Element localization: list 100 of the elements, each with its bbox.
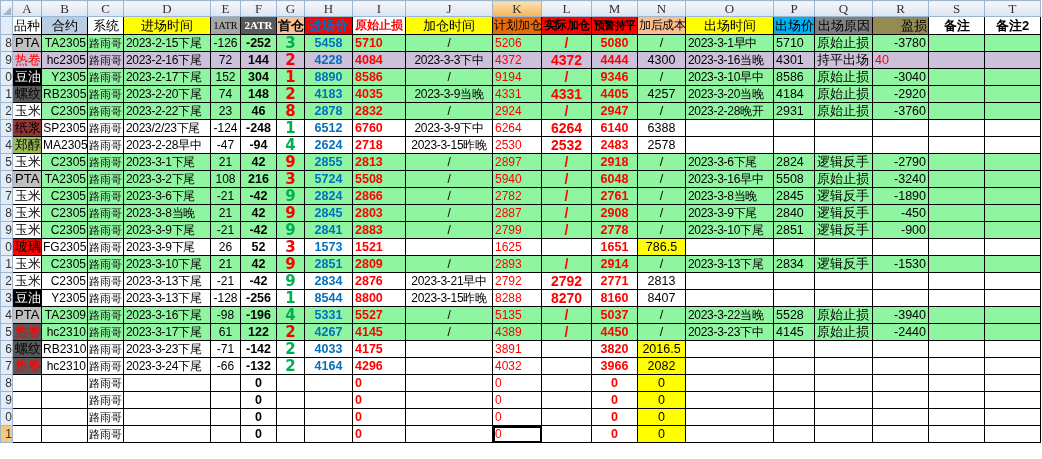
table-cell: 6264 [492,119,542,137]
table-cell [984,408,1041,426]
table-cell [814,289,873,307]
column-header[interactable]: H [304,0,353,17]
table-cell: 5135 [492,306,542,324]
table-cell: C2305 [41,102,88,120]
table-cell: 0 [492,374,542,392]
table-cell: 2883 [352,221,406,239]
table-cell: 2023-3-21早中 [405,272,493,290]
table-cell [984,221,1041,239]
table-cell [773,238,815,256]
column-header[interactable]: I [352,0,406,17]
column-header[interactable]: R [872,0,929,17]
table-cell: 持平出场 [814,51,873,69]
table-cell: 2023-3-9下尾 [685,204,774,222]
column-header[interactable]: P [773,0,815,17]
table-cell: -196 [240,306,277,324]
table-cell: -132 [240,357,277,375]
table-cell: 0 [352,425,406,443]
table-cell [928,34,985,52]
table-cell: 路雨哥 [87,323,124,341]
column-header[interactable]: C [87,0,124,17]
column-header[interactable]: M [591,0,638,17]
table-cell: 1573 [304,238,353,256]
table-cell: hc2305 [41,51,88,69]
table-cell: 4 [276,306,305,324]
column-header[interactable]: F [240,0,277,17]
table-cell [928,119,985,137]
table-cell: Y2305 [41,68,88,86]
table-cell: 2914 [591,255,638,273]
table-cell: 4372 [492,51,542,69]
table-cell [984,357,1041,375]
column-header[interactable]: O [685,0,774,17]
column-header[interactable]: A [12,0,42,17]
table-cell: 2023/2/23下尾 [123,119,211,137]
table-cell: 路雨哥 [87,374,124,392]
table-cell: 144 [240,51,277,69]
table-cell: 2832 [352,102,406,120]
table-cell: -42 [240,187,277,205]
table-cell: 0 [492,408,542,426]
table-cell: / [637,68,686,86]
table-cell: 216 [240,170,277,188]
column-header[interactable]: D [123,0,211,17]
table-cell: / [541,102,592,120]
table-cell: 路雨哥 [87,119,124,137]
column-header[interactable]: N [637,0,686,17]
table-cell: 6048 [591,170,638,188]
table-cell: 2851 [773,221,815,239]
table-cell [928,408,985,426]
table-cell: 2947 [591,102,638,120]
table-cell: / [637,323,686,341]
table-cell: / [405,102,493,120]
table-cell [773,425,815,443]
table-cell: 2813 [352,153,406,171]
table-cell: 路雨哥 [87,425,124,443]
table-cell: 2851 [304,255,353,273]
table-cell: 46 [240,102,277,120]
table-cell: 4389 [492,323,542,341]
table-cell [872,119,929,137]
column-header[interactable]: K [492,0,542,17]
table-cell: -2440 [872,323,929,341]
table-cell: 逻辑反手 [814,221,873,239]
table-cell: 2876 [352,272,406,290]
table-cell: 5331 [304,306,353,324]
table-cell [984,391,1041,409]
table-cell [814,374,873,392]
table-cell: -142 [240,340,277,358]
table-cell [928,289,985,307]
table-cell: 2 [276,323,305,341]
table-cell [928,221,985,239]
table-cell: 122 [240,323,277,341]
table-cell: 2897 [492,153,542,171]
table-cell [984,136,1041,154]
table-cell: 0 [352,408,406,426]
table-cell: / [405,255,493,273]
table-cell [210,391,241,409]
column-header[interactable]: L [541,0,592,17]
table-cell: -1530 [872,255,929,273]
column-header[interactable]: B [41,0,88,17]
table-cell [984,374,1041,392]
column-header[interactable]: G [276,0,305,17]
column-header[interactable]: J [405,0,493,17]
column-header[interactable]: Q [814,0,873,17]
table-cell: 4405 [591,85,638,103]
table-cell: hc2310 [41,323,88,341]
table-cell: 2023-3-24下尾 [123,357,211,375]
column-header[interactable]: T [984,0,1041,17]
table-cell: 5508 [352,170,406,188]
table-cell: 4301 [773,51,815,69]
table-cell: 2023-2-28早中 [123,136,211,154]
table-cell [773,136,815,154]
table-cell: -248 [240,119,277,137]
select-all-button[interactable] [0,0,13,17]
table-cell [773,119,815,137]
table-cell: 0 [352,374,406,392]
column-header[interactable]: E [210,0,241,17]
column-header[interactable]: S [928,0,985,17]
table-cell: 6264 [541,119,592,137]
table-cell: 2841 [304,221,353,239]
table-cell: 9 [276,153,305,171]
